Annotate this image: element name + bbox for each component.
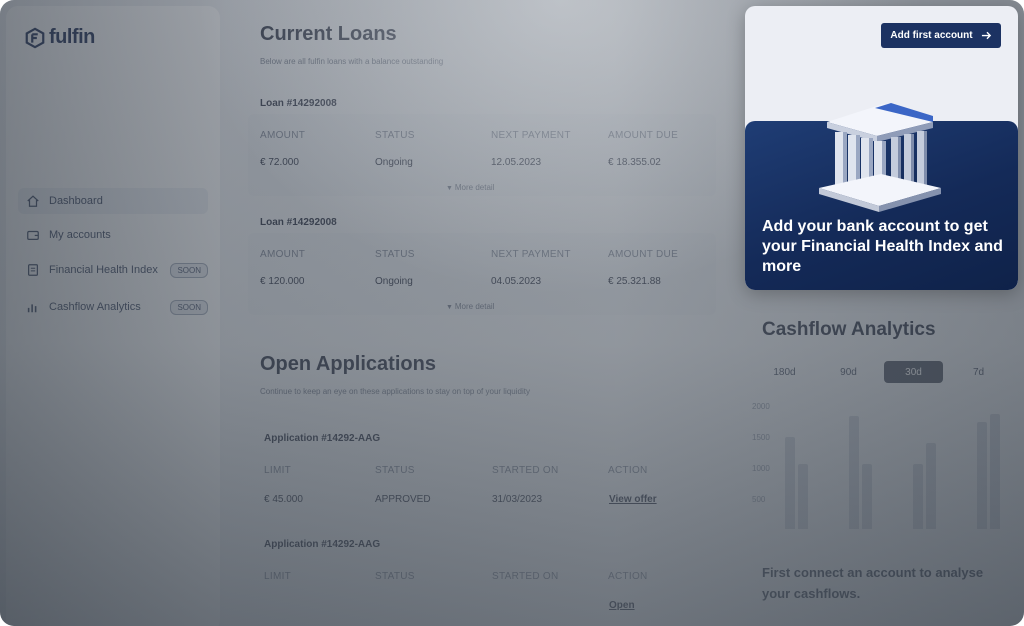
placeholder-bar (798, 464, 808, 529)
column-header: STATUS (375, 571, 415, 582)
application-started-on: 31/03/2023 (492, 494, 543, 505)
sidebar-item-label: Dashboard (49, 195, 103, 207)
sidebar-item-label: Financial Health Index (49, 264, 158, 276)
loan-table: AMOUNT STATUS NEXT PAYMENT AMOUNT DUE € … (248, 233, 716, 315)
arrow-right-icon (981, 31, 991, 40)
placeholder-bar (849, 416, 859, 529)
y-axis-label: 1000 (752, 464, 770, 473)
y-axis-label: 500 (752, 495, 766, 504)
loan-next-payment: 12.05.2023 (491, 157, 542, 168)
sidebar-item-my-accounts[interactable]: My accounts (18, 222, 208, 248)
column-header: LIMIT (264, 465, 292, 476)
home-icon (27, 195, 39, 207)
open-applications-subtitle: Continue to keep an eye on these applica… (260, 387, 530, 396)
sidebar-item-cashflow-analytics[interactable]: Cashflow Analytics SOON (18, 294, 208, 320)
column-header: AMOUNT (260, 130, 306, 141)
add-account-popover: Add first account Add your bank account … (745, 6, 1018, 290)
placeholder-bar (862, 464, 872, 529)
application-label: Application #14292-AAG (264, 539, 381, 550)
popover-message: Add your bank account to get your Financ… (762, 218, 1003, 275)
column-header: AMOUNT (260, 249, 306, 260)
cashflow-title: Cashflow Analytics (762, 319, 936, 340)
loan-status: Ongoing (375, 157, 413, 168)
column-header: STATUS (375, 249, 415, 260)
period-tab-90d[interactable]: 90d (819, 361, 878, 383)
main-content: Current Loans Below are all fulfin loans… (244, 0, 724, 626)
sidebar: fulfin Dashboard My accounts Financial H… (6, 6, 220, 626)
loan-amount-due: € 18.355.02 (608, 157, 661, 168)
period-tab-30d[interactable]: 30d (884, 361, 943, 383)
application-status: APPROVED (375, 494, 431, 505)
period-tab-7d[interactable]: 7d (949, 361, 1008, 383)
period-tab-180d[interactable]: 180d (755, 361, 814, 383)
document-icon (28, 264, 38, 276)
soon-badge: SOON (170, 262, 208, 278)
loan-amount: € 120.000 (260, 276, 305, 287)
loan-next-payment: 04.05.2023 (491, 276, 542, 287)
sidebar-item-label: Cashflow Analytics (49, 301, 141, 313)
placeholder-bar (926, 443, 936, 529)
column-header: STATUS (375, 130, 415, 141)
loan-label: Loan #14292008 (260, 217, 337, 228)
fulfin-logo-icon (25, 27, 45, 48)
more-detail-toggle[interactable]: More detail (446, 302, 495, 311)
column-header: AMOUNT DUE (608, 130, 679, 141)
application-limit: € 45.000 (264, 494, 303, 505)
placeholder-bar (990, 414, 1000, 529)
application-label: Application #14292-AAG (264, 433, 381, 444)
button-label: Add first account (890, 30, 973, 41)
open-application-link[interactable]: Open (609, 600, 635, 611)
current-loans-title: Current Loans (260, 23, 397, 45)
loan-amount-due: € 25.321.88 (608, 276, 661, 287)
column-header: STARTED ON (492, 571, 559, 582)
brand-logo[interactable]: fulfin (24, 26, 95, 49)
app-window: fulfin Dashboard My accounts Financial H… (0, 0, 1024, 626)
brand-name: fulfin (49, 26, 95, 48)
column-header: NEXT PAYMENT (491, 130, 571, 141)
current-loans-subtitle: Below are all fulfin loans with a balanc… (260, 57, 444, 66)
y-axis-label: 2000 (752, 402, 770, 411)
column-header: NEXT PAYMENT (491, 249, 571, 260)
column-header: ACTION (608, 571, 648, 582)
y-axis-label: 1500 (752, 433, 770, 442)
add-first-account-button[interactable]: Add first account (881, 23, 1001, 48)
view-offer-link[interactable]: View offer (609, 494, 657, 505)
loan-label: Loan #14292008 (260, 98, 337, 109)
more-detail-toggle[interactable]: More detail (446, 183, 495, 192)
placeholder-bar (977, 422, 987, 529)
placeholder-bar (785, 437, 795, 529)
column-header: LIMIT (264, 571, 292, 582)
placeholder-bar (913, 464, 923, 529)
soon-badge: SOON (170, 299, 208, 315)
wallet-icon (27, 230, 39, 240)
loan-status: Ongoing (375, 276, 413, 287)
chart-icon (27, 304, 37, 313)
column-header: AMOUNT DUE (608, 249, 679, 260)
sidebar-item-dashboard[interactable]: Dashboard (18, 188, 208, 214)
cashflow-empty-note: First connect an account to analyse your… (762, 565, 984, 601)
loan-amount: € 72.000 (260, 157, 299, 168)
column-header: ACTION (608, 465, 648, 476)
sidebar-item-financial-health-index[interactable]: Financial Health Index SOON (18, 257, 208, 283)
open-applications-title: Open Applications (260, 353, 436, 375)
column-header: STARTED ON (492, 465, 559, 476)
sidebar-item-label: My accounts (49, 229, 111, 241)
loan-table: AMOUNT STATUS NEXT PAYMENT AMOUNT DUE € … (248, 114, 716, 196)
bank-building-icon (819, 103, 941, 212)
column-header: STATUS (375, 465, 415, 476)
